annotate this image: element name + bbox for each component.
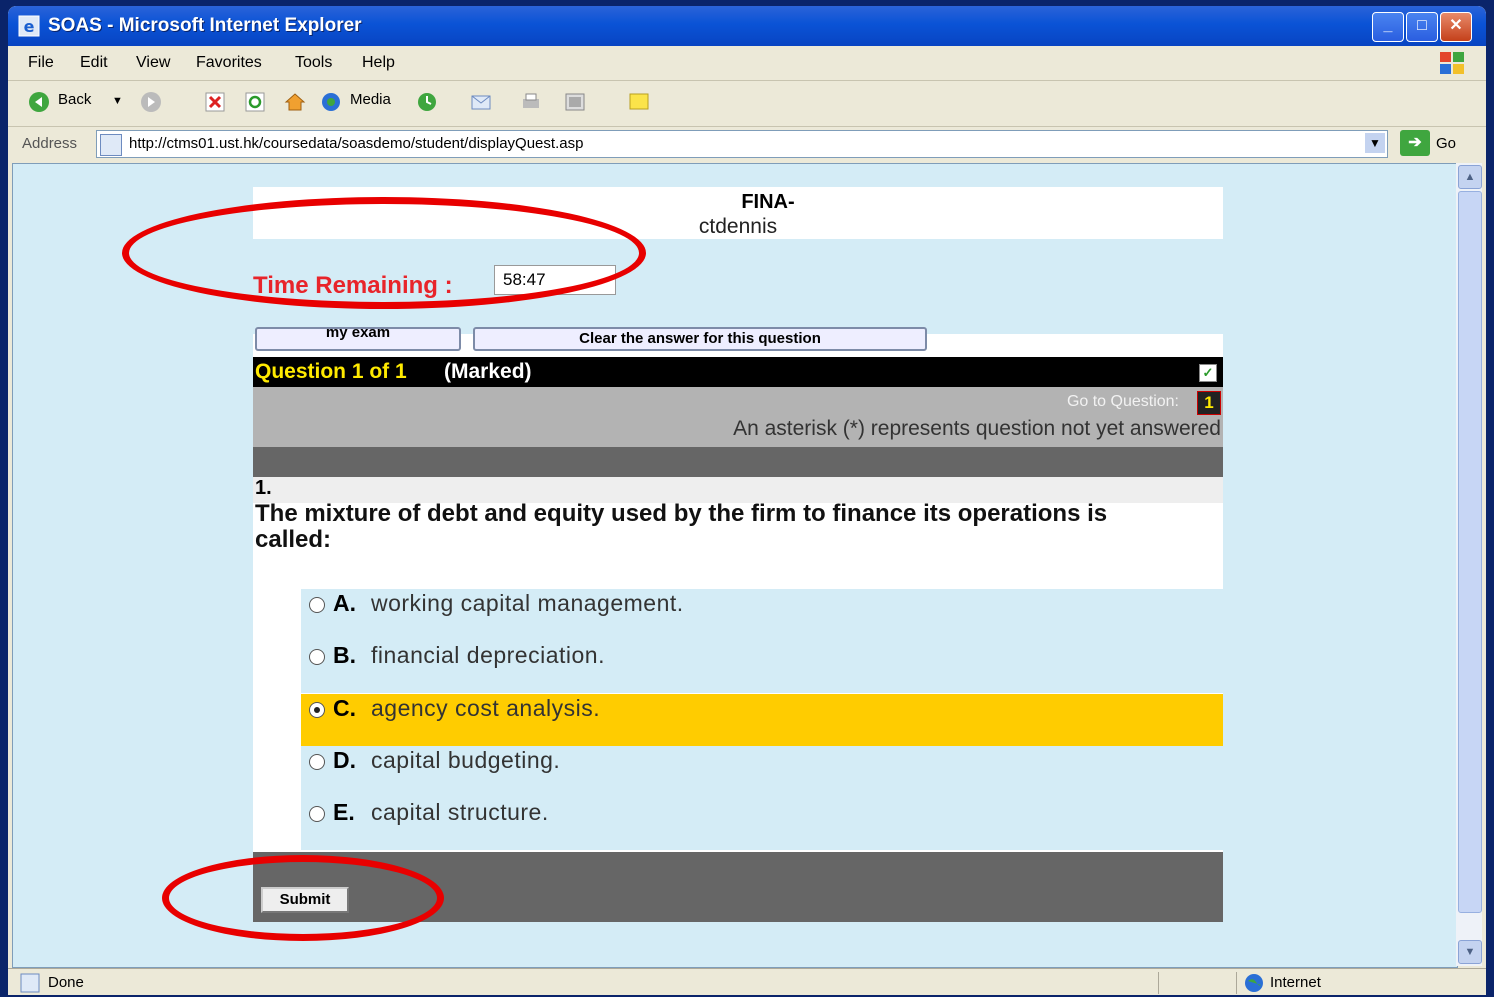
- address-dropdown-icon[interactable]: ▼: [1365, 133, 1385, 153]
- go-button[interactable]: Go: [1436, 135, 1456, 152]
- globe-icon: [1245, 974, 1263, 992]
- option-b-radio[interactable]: [309, 649, 325, 665]
- toolbar: Back ▼ Media: [8, 81, 1486, 127]
- question-bar: Question 1 of 1 (Marked) ✓: [253, 357, 1223, 387]
- browser-window: e SOAS - Microsoft Internet Explorer _ □…: [8, 6, 1486, 995]
- scroll-thumb[interactable]: [1458, 191, 1482, 913]
- option-a-radio[interactable]: [309, 597, 325, 613]
- option-b-text: financial depreciation.: [371, 642, 605, 668]
- my-exam-button[interactable]: my exam: [255, 327, 461, 351]
- menu-help[interactable]: Help: [362, 54, 395, 72]
- status-separator: [1158, 972, 1159, 994]
- option-c-text: agency cost analysis.: [371, 695, 601, 721]
- messenger-icon[interactable]: [628, 91, 650, 113]
- option-c-letter: C.: [333, 695, 356, 721]
- history-icon[interactable]: [416, 91, 438, 113]
- question-text: The mixture of debt and equity used by t…: [255, 500, 1108, 553]
- security-zone: Internet: [1270, 974, 1321, 991]
- menu-view[interactable]: View: [136, 54, 170, 72]
- question-header: Question 1 of 1: [255, 360, 407, 383]
- menu-file[interactable]: File: [28, 54, 54, 72]
- print-icon[interactable]: [520, 91, 542, 113]
- close-button[interactable]: ✕: [1440, 12, 1472, 42]
- address-bar: Address http://ctms01.ust.hk/coursedata/…: [8, 127, 1486, 161]
- address-input[interactable]: http://ctms01.ust.hk/coursedata/soasdemo…: [96, 130, 1388, 158]
- address-label: Address: [22, 135, 78, 152]
- option-c-radio[interactable]: [309, 702, 325, 718]
- address-url: http://ctms01.ust.hk/coursedata/soasdemo…: [129, 135, 584, 152]
- navigation-panel: Go to Question: 1 An asterisk (*) repres…: [253, 387, 1223, 447]
- ie-icon: e: [18, 15, 40, 37]
- option-a-letter: A.: [333, 590, 356, 616]
- submit-annotation-ellipse: [162, 855, 444, 941]
- option-d-text: capital budgeting.: [371, 747, 561, 773]
- option-a-text: working capital management.: [371, 590, 684, 616]
- time-annotation-ellipse: [122, 197, 646, 309]
- status-bar: Done Internet: [8, 968, 1486, 995]
- option-c[interactable]: C. agency cost analysis.: [301, 694, 1223, 746]
- menu-favorites[interactable]: Favorites: [196, 54, 262, 72]
- title-bar[interactable]: e SOAS - Microsoft Internet Explorer _ □…: [8, 6, 1486, 46]
- back-arrow-icon[interactable]: [28, 91, 50, 113]
- home-icon[interactable]: [284, 91, 306, 113]
- option-e-text: capital structure.: [371, 799, 549, 825]
- media-icon[interactable]: [320, 91, 342, 113]
- menu-bar: File Edit View Favorites Tools Help: [8, 46, 1486, 81]
- marked-label: (Marked): [444, 360, 532, 383]
- mail-icon[interactable]: [470, 91, 492, 113]
- forward-arrow-icon[interactable]: [140, 91, 162, 113]
- option-d-letter: D.: [333, 747, 356, 773]
- status-text: Done: [48, 974, 84, 991]
- window-title: SOAS - Microsoft Internet Explorer: [48, 15, 362, 36]
- option-e-radio[interactable]: [309, 806, 325, 822]
- goto-question-1[interactable]: 1: [1197, 391, 1221, 415]
- option-a[interactable]: A. working capital management.: [301, 589, 1223, 641]
- back-dropdown-icon[interactable]: ▼: [112, 95, 123, 107]
- option-e[interactable]: E. capital structure.: [301, 798, 1223, 850]
- menu-tools[interactable]: Tools: [295, 54, 332, 72]
- menu-edit[interactable]: Edit: [80, 54, 108, 72]
- maximize-button[interactable]: □: [1406, 12, 1438, 42]
- asterisk-note: An asterisk (*) represents question not …: [733, 417, 1221, 440]
- divider-bar: [253, 447, 1223, 477]
- back-button[interactable]: Back: [58, 91, 91, 108]
- scroll-down-icon[interactable]: ▼: [1458, 940, 1482, 964]
- scroll-up-icon[interactable]: ▲: [1458, 165, 1482, 189]
- edit-icon[interactable]: [564, 91, 586, 113]
- media-button[interactable]: Media: [350, 91, 391, 108]
- status-separator: [1236, 972, 1237, 994]
- vertical-scrollbar[interactable]: ▲ ▼: [1456, 163, 1482, 966]
- option-b[interactable]: B. financial depreciation.: [301, 641, 1223, 693]
- svg-text:e: e: [24, 17, 35, 36]
- page-done-icon: [20, 973, 40, 993]
- stop-icon[interactable]: [204, 91, 226, 113]
- minimize-button[interactable]: _: [1372, 12, 1404, 42]
- refresh-icon[interactable]: [244, 91, 266, 113]
- windows-logo-icon: [1440, 52, 1464, 74]
- goto-question-label: Go to Question:: [1066, 393, 1179, 410]
- clear-answer-button[interactable]: Clear the answer for this question: [473, 327, 927, 351]
- option-b-letter: B.: [333, 642, 356, 668]
- page-icon: [100, 134, 122, 156]
- option-d[interactable]: D. capital budgeting.: [301, 746, 1223, 798]
- go-arrow-icon[interactable]: ➔: [1400, 130, 1430, 156]
- option-e-letter: E.: [333, 799, 355, 825]
- mark-checkbox[interactable]: ✓: [1199, 364, 1217, 382]
- option-d-radio[interactable]: [309, 754, 325, 770]
